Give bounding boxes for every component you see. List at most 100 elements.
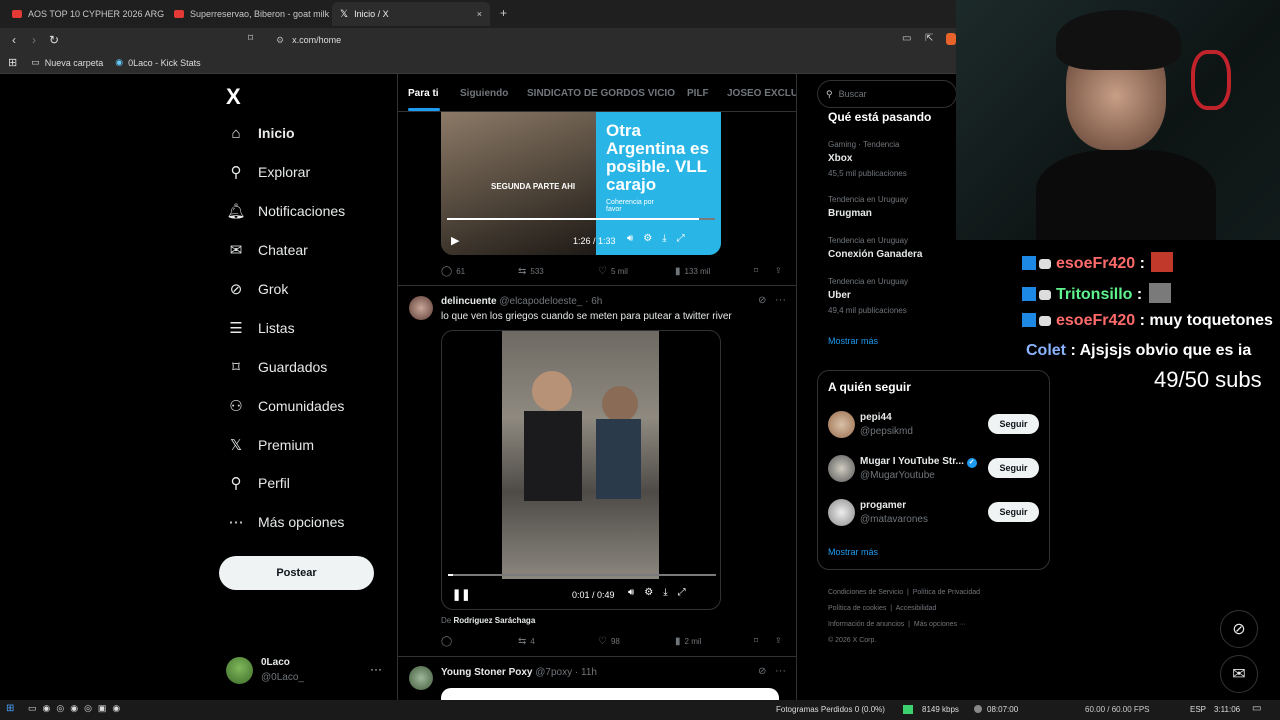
tab-joseo[interactable]: JOSEO EXCLUSI (727, 88, 796, 99)
emote-icon (1148, 283, 1171, 303)
like-button[interactable]: ♡ 98 (598, 636, 620, 647)
reply-button[interactable]: ◯ 61 (441, 266, 465, 277)
windows-start-icon[interactable]: ⊞ (6, 703, 14, 714)
more-icon[interactable]: ··· (775, 665, 786, 677)
sidebar-item-notificaciones[interactable]: 🔔︎ Notificaciones (226, 201, 345, 221)
avatar[interactable] (828, 455, 855, 482)
video-progress-track[interactable] (448, 574, 716, 576)
cast-icon[interactable]: ▭ (902, 33, 911, 44)
clock[interactable]: 3:11:06 (1214, 700, 1240, 720)
avatar[interactable] (409, 666, 433, 690)
author-name[interactable]: delincuente (441, 296, 497, 307)
tab-x-home[interactable]: 𝕏 Inicio / X × (332, 2, 490, 26)
video-player-1[interactable]: SEGUNDA PARTE AHI Otra Argentina es posi… (441, 112, 721, 255)
forward-icon[interactable]: › (24, 33, 44, 47)
sidebar-item-listas[interactable]: ☰ Listas (226, 318, 294, 338)
post-button[interactable]: Postear (219, 556, 374, 590)
follow-show-more[interactable]: Mostrar más (828, 547, 878, 557)
follow-name[interactable]: pepi44 (860, 412, 892, 423)
share-icon[interactable]: ⇪ (775, 266, 782, 275)
pause-icon[interactable]: ❚❚ (452, 588, 470, 601)
share-icon[interactable]: ⇱ (925, 33, 933, 44)
address-bar[interactable]: ⚙ x.com/home (268, 31, 828, 49)
follow-name[interactable]: Mugar I YouTube Str... ✓ (860, 456, 977, 468)
author-name[interactable]: Young Stoner Poxy (441, 667, 533, 678)
notifications-icon[interactable]: ▭ (1252, 703, 1261, 714)
search-input[interactable]: ⚲ Buscar (817, 80, 957, 108)
back-icon[interactable]: ‹ (4, 33, 24, 47)
avatar[interactable] (409, 296, 433, 320)
bookmark-kick-stats[interactable]: ◉ 0Laco - Kick Stats (115, 57, 200, 68)
reload-icon[interactable]: ↻ (44, 33, 64, 47)
tab-youtube-1[interactable]: AOS TOP 10 CYPHER 2026 ARG - You (4, 2, 164, 26)
search-icon: ⚲ (826, 88, 833, 99)
sidebar-item-chatear[interactable]: ✉ Chatear (226, 240, 308, 260)
apps-grid-icon[interactable]: ⊞ (8, 56, 17, 69)
brave-shield-icon[interactable] (946, 33, 956, 45)
share-icon[interactable]: ⇪ (775, 636, 782, 645)
video-progress-track[interactable] (447, 218, 715, 220)
grok-icon: ⊘ (1232, 621, 1246, 638)
grok-icon[interactable]: ⊘ (758, 666, 766, 677)
author-handle[interactable]: @elcapodeloeste_ (499, 296, 582, 307)
sidebar-item-inicio[interactable]: ⌂ Inicio (226, 123, 294, 143)
grok-float-button[interactable]: ⊘ (1220, 610, 1258, 648)
sidebar-item-comunidades[interactable]: ⚇ Comunidades (226, 396, 344, 416)
tab-siguiendo[interactable]: Siguiendo (460, 88, 508, 99)
views-button[interactable]: ▮ 2 mil (675, 636, 701, 647)
grok-icon[interactable]: ⊘ (758, 295, 766, 306)
video-player-2[interactable]: ❚❚ 0:01 / 0:49 🔊︎⚙⤓⤢ (441, 330, 721, 610)
bookmark-icon[interactable]: ⌑ (754, 636, 758, 645)
site-info-icon[interactable]: ⚙ (276, 35, 284, 46)
sidebar-item-grok[interactable]: ⊘ Grok (226, 279, 289, 299)
bookmark-icon[interactable]: ⌑ (754, 266, 758, 275)
x-logo[interactable]: X (226, 84, 241, 110)
play-icon[interactable]: ▶ (451, 234, 459, 247)
sidebar-item-perfil[interactable]: ⚲ Perfil (226, 473, 290, 493)
tab-youtube-2[interactable]: Superreservao, Biberon - goat milk (166, 2, 330, 26)
video-controls-icons[interactable]: 🔊︎⚙⤓⤢ (628, 587, 696, 598)
follow-button[interactable]: Seguir (988, 458, 1039, 478)
tab-pilf[interactable]: PILF (687, 88, 709, 99)
new-tab-button[interactable]: + (500, 6, 507, 20)
sidebar-item-explorar[interactable]: ⚲ Explorar (226, 162, 311, 182)
account-more-icon[interactable]: ··· (370, 662, 382, 676)
obs-dropped-frames: Fotogramas Perdidos 0 (0.0%) (776, 705, 885, 714)
follow-button[interactable]: Seguir (988, 414, 1039, 434)
reply-button[interactable]: ◯ (441, 636, 456, 647)
bookmark-folder[interactable]: ▭ Nueva carpeta (31, 57, 103, 68)
sidebar-item-más-opciones[interactable]: ⋯ Más opciones (226, 512, 345, 532)
views-button[interactable]: ▮ 133 mil (675, 266, 710, 277)
avatar[interactable] (828, 499, 855, 526)
trend-item[interactable]: Gaming · Tendencia Xbox 45,5 mil publicaci… (828, 140, 948, 178)
avatar[interactable] (828, 411, 855, 438)
trend-item[interactable]: Tendencia en Uruguay Uber 49,4 mil publica… (828, 277, 948, 315)
media-preview[interactable] (441, 688, 779, 700)
language-indicator[interactable]: ESP (1190, 700, 1206, 720)
trends-show-more[interactable]: Mostrar más (828, 336, 878, 346)
repost-button[interactable]: ⇆ 4 (518, 636, 535, 647)
like-button[interactable]: ♡ 5 mil (598, 266, 628, 277)
follow-title: A quién seguir (828, 380, 911, 394)
mail-icon: ✉ (229, 242, 243, 259)
trend-item[interactable]: Tendencia en Uruguay Brugman (828, 195, 948, 219)
follow-button[interactable]: Seguir (988, 502, 1039, 522)
x-icon: 𝕏 (229, 437, 243, 454)
pinned-apps[interactable]: ▭◉◎◉◎▣◉ (28, 703, 126, 714)
repost-button[interactable]: ⇆ 533 (518, 266, 544, 277)
messages-float-button[interactable]: ✉ (1220, 655, 1258, 693)
bookmark-page-icon[interactable]: ⌑ (248, 33, 253, 44)
author-handle[interactable]: @7poxy (535, 667, 572, 678)
follow-name[interactable]: progamer (860, 500, 906, 511)
video-controls-icons[interactable]: 🔊︎⚙⤓⤢ (627, 233, 695, 244)
more-circle-icon: ⋯ (228, 514, 244, 531)
tab-sindicato[interactable]: SINDICATO DE GORDOS VICIO (527, 88, 675, 99)
account-switcher[interactable]: 0Laco @0Laco_ ··· (226, 656, 386, 686)
tab-para-ti[interactable]: Para ti (408, 88, 439, 99)
close-tab-icon[interactable]: × (469, 9, 482, 19)
more-icon[interactable]: ··· (775, 294, 786, 306)
heart-icon: ♡ (598, 636, 607, 647)
sidebar-item-guardados[interactable]: ⌑ Guardados (226, 357, 327, 377)
sidebar-item-premium[interactable]: 𝕏 Premium (226, 435, 314, 455)
trend-item[interactable]: Tendencia en Uruguay Conexión Ganadera (828, 236, 948, 260)
